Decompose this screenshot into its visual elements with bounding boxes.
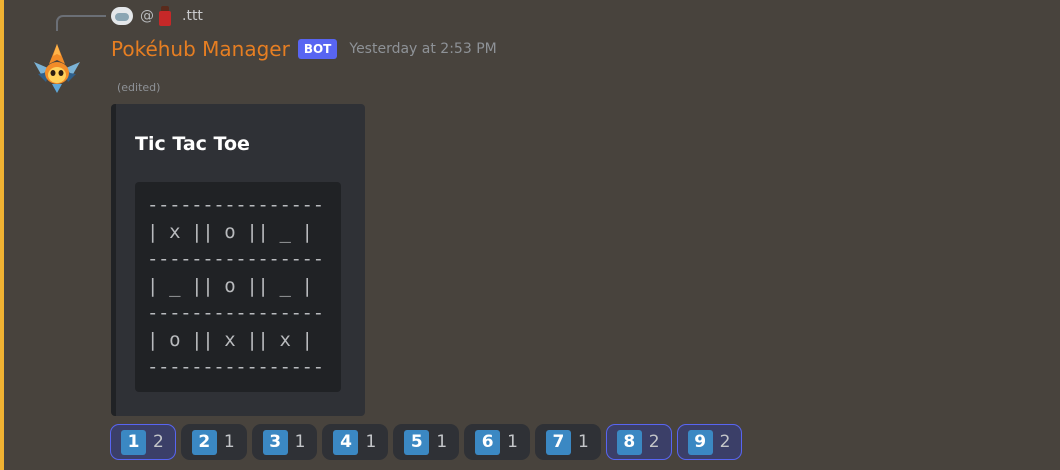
edited-label: (edited) [117, 81, 161, 94]
reply-avatar[interactable] [111, 7, 133, 25]
board-line: | o || x || x | [147, 329, 313, 351]
keycap-5-icon: 5 [404, 429, 430, 455]
reaction-count: 1 [577, 432, 589, 452]
board-line: ---------------- [147, 248, 324, 270]
reaction-count: 2 [648, 432, 660, 452]
keycap-2-icon: 2 [191, 429, 217, 455]
board-line: ---------------- [147, 302, 324, 324]
reaction-count: 1 [436, 432, 448, 452]
keycap-1-icon: 1 [121, 429, 146, 455]
board-line: ---------------- [147, 194, 324, 216]
username[interactable]: Pokéhub Manager [111, 37, 290, 61]
keycap-3-icon: 3 [262, 429, 288, 455]
reply-connector [56, 15, 106, 31]
reaction-keycap-1[interactable]: 1 2 [110, 424, 176, 460]
embed-title: Tic Tac Toe [135, 133, 250, 155]
reactions-bar: 1 2 2 1 3 1 4 1 5 1 6 1 7 1 8 2 9 2 [110, 424, 743, 460]
bottle-icon [158, 6, 172, 26]
code-block: ---------------- | x || o || _ | -------… [135, 182, 341, 392]
reaction-count: 2 [153, 432, 164, 452]
reaction-keycap-6[interactable]: 6 1 [464, 424, 530, 460]
reaction-count: 1 [507, 432, 518, 452]
board-line: | _ || o || _ | [147, 275, 313, 297]
avatar[interactable] [28, 40, 86, 98]
embed: Tic Tac Toe ---------------- | x || o ||… [111, 104, 365, 416]
reaction-keycap-9[interactable]: 9 2 [676, 424, 743, 460]
reaction-count: 1 [294, 432, 306, 452]
reaction-count: 1 [223, 432, 235, 452]
mention-highlight-bar [0, 0, 4, 470]
reaction-count: 1 [365, 432, 377, 452]
board-line: | x || o || _ | [147, 221, 313, 243]
reaction-keycap-7[interactable]: 7 1 [534, 424, 601, 460]
reply-text[interactable]: .ttt [182, 8, 203, 24]
reply-mention[interactable]: @ [140, 8, 154, 24]
reply-reference[interactable]: @ .ttt [111, 5, 203, 27]
keycap-8-icon: 8 [616, 429, 642, 455]
keycap-6-icon: 6 [475, 429, 501, 455]
bot-tag: BOT [297, 39, 338, 59]
timestamp[interactable]: Yesterday at 2:53 PM [349, 41, 496, 57]
keycap-4-icon: 4 [333, 429, 359, 455]
reaction-count: 2 [719, 432, 731, 452]
reaction-keycap-2[interactable]: 2 1 [180, 424, 247, 460]
keycap-7-icon: 7 [545, 429, 571, 455]
message-header: Pokéhub Manager BOT Yesterday at 2:53 PM [111, 37, 497, 61]
reaction-keycap-5[interactable]: 5 1 [393, 424, 460, 460]
keycap-9-icon: 9 [687, 429, 713, 455]
board-line: ---------------- [147, 356, 324, 378]
reaction-keycap-8[interactable]: 8 2 [605, 424, 672, 460]
reaction-keycap-3[interactable]: 3 1 [251, 424, 318, 460]
reaction-keycap-4[interactable]: 4 1 [322, 424, 389, 460]
